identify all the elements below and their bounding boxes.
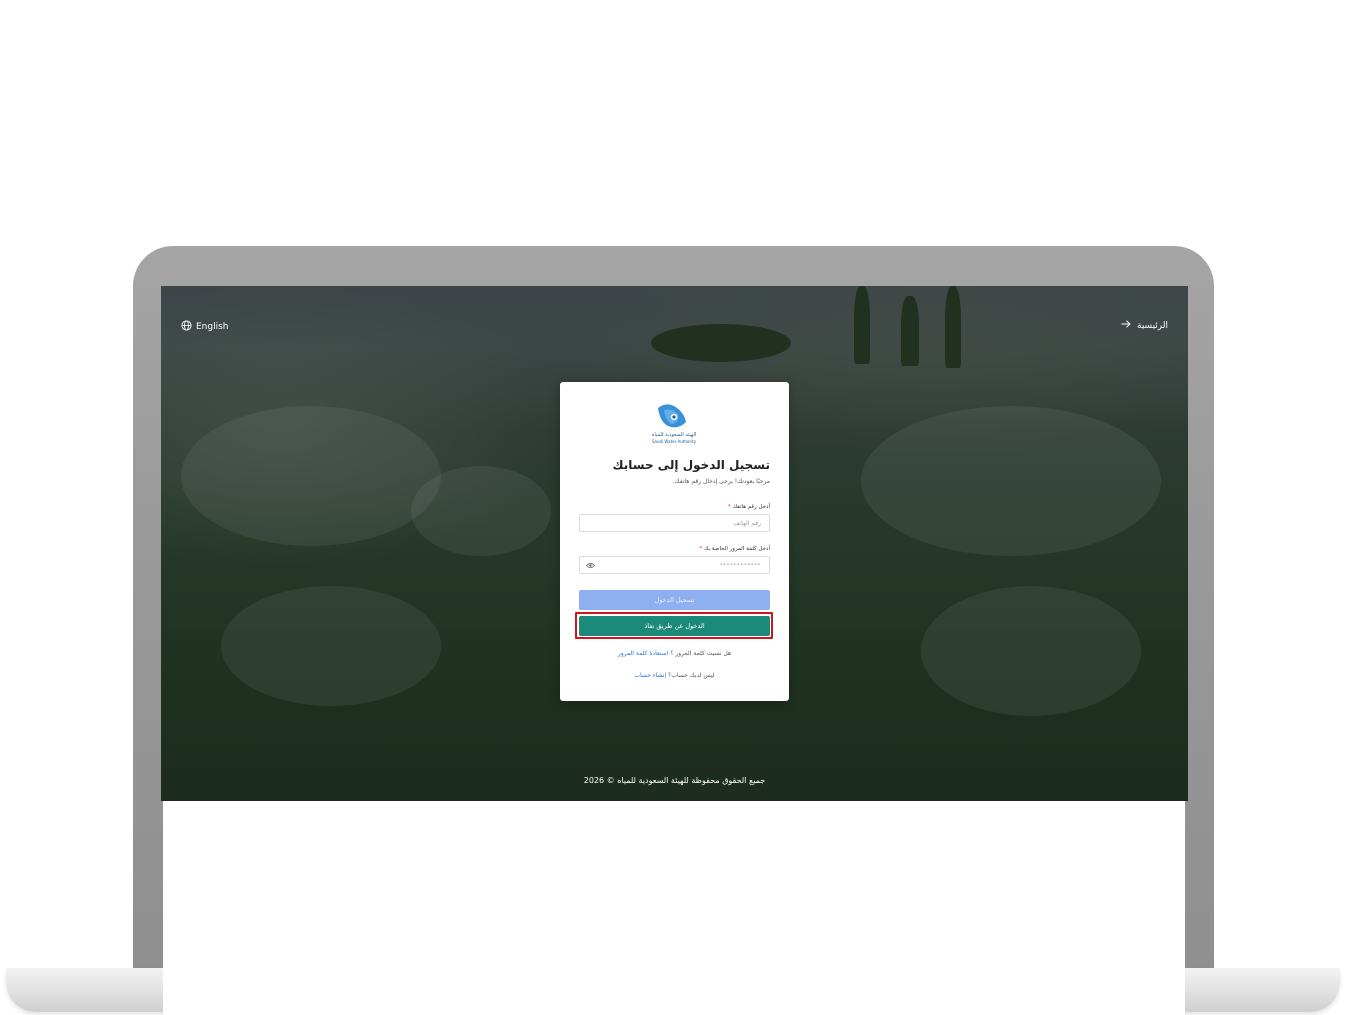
phone-input[interactable]: رقم الهاتف bbox=[579, 514, 770, 532]
signup-prompt: ليس لديك حساب؟ bbox=[668, 672, 715, 679]
background-mist bbox=[221, 586, 441, 706]
page-subtitle: مرحبًا بعودتك! يرجى إدخال رقم هاتفك. bbox=[672, 478, 770, 485]
required-mark: * bbox=[727, 504, 731, 510]
forgot-password-link[interactable]: استعادة كلمة المرور bbox=[618, 650, 668, 657]
forgot-password-prompt: هل نسيت كلمة المرور ؟ bbox=[670, 650, 732, 657]
login-button[interactable]: تسجيل الدخول bbox=[579, 590, 770, 610]
background-mist bbox=[921, 586, 1141, 716]
eye-icon[interactable] bbox=[586, 562, 595, 571]
phone-input-placeholder: رقم الهاتف bbox=[733, 519, 761, 527]
login-page-screen: English الرئيسية الهيئة السعودية للمياه … bbox=[161, 286, 1188, 801]
background-tree bbox=[651, 324, 791, 362]
saudi-water-authority-logo: الهيئة السعودية للمياه Saudi Water Autho… bbox=[644, 400, 704, 446]
home-link[interactable]: الرئيسية bbox=[1121, 320, 1168, 331]
signup-row: ليس لديك حساب؟ إنشاء حساب bbox=[560, 672, 789, 679]
nafath-login-button[interactable]: الدخول عن طريق نفاذ bbox=[579, 616, 770, 636]
password-masked-value: •••••••••••• bbox=[719, 562, 761, 568]
screen-blank-area bbox=[163, 801, 1185, 1015]
password-label-text: أدخل كلمة المرور الخاصة بك bbox=[703, 546, 770, 552]
arrow-right-icon bbox=[1121, 320, 1131, 331]
logo-name-ar: الهيئة السعودية للمياه bbox=[651, 432, 697, 438]
background-mist bbox=[181, 406, 441, 546]
required-mark: * bbox=[699, 546, 703, 552]
login-card: الهيئة السعودية للمياه Saudi Water Autho… bbox=[560, 382, 789, 701]
home-label: الرئيسية bbox=[1137, 320, 1168, 331]
water-drop-logo-icon bbox=[658, 404, 686, 428]
password-field-label: أدخل كلمة المرور الخاصة بك * bbox=[699, 546, 770, 552]
phone-label-text: أدخل رقم هاتفك bbox=[732, 504, 770, 510]
forgot-password-row: هل نسيت كلمة المرور ؟ استعادة كلمة المرو… bbox=[560, 650, 789, 657]
footer-copyright: جميع الحقوق محفوظة للهيئة السعودية للميا… bbox=[583, 776, 766, 785]
language-switch[interactable]: English bbox=[181, 320, 229, 334]
globe-icon bbox=[181, 320, 192, 334]
signup-link[interactable]: إنشاء حساب bbox=[634, 672, 666, 679]
background-tree bbox=[854, 286, 870, 364]
password-input[interactable]: •••••••••••• bbox=[579, 556, 770, 574]
logo-name-en: Saudi Water Authority bbox=[651, 439, 697, 444]
language-label: English bbox=[196, 322, 229, 332]
background-tree bbox=[945, 286, 961, 368]
background-mist bbox=[411, 466, 551, 556]
background-tree bbox=[901, 296, 919, 366]
page-title: تسجيل الدخول إلى حسابك bbox=[612, 458, 770, 472]
phone-field-label: أدخل رقم هاتفك * bbox=[728, 504, 770, 510]
background-mist bbox=[861, 406, 1161, 556]
